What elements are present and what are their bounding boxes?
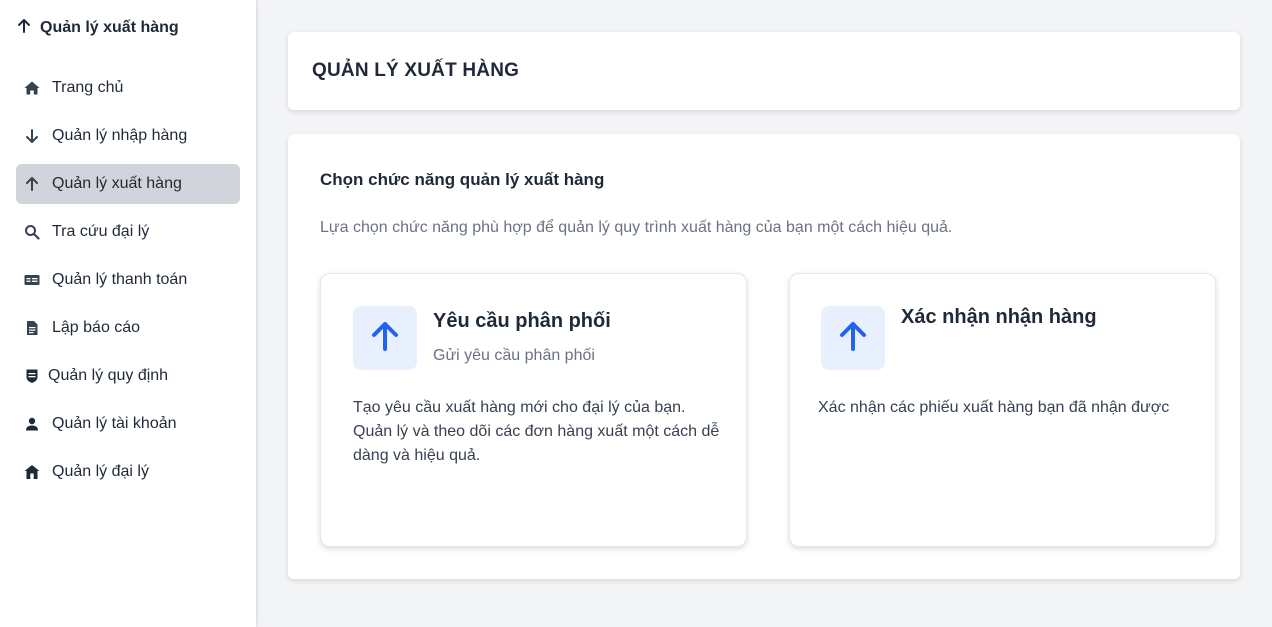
search-icon	[24, 224, 40, 240]
home-icon	[24, 80, 40, 96]
section-title: Chọn chức năng quản lý xuất hàng	[320, 170, 605, 189]
sidebar-item-label: Lập báo cáo	[52, 319, 141, 336]
card-title: Yêu cầu phân phối	[433, 310, 611, 332]
card-icon-box	[821, 306, 885, 370]
sidebar-item-agency-lookup[interactable]: Tra cứu đại lý	[16, 212, 240, 252]
distribution-request-card[interactable]: Yêu cầu phân phối Gửi yêu cầu phân phối …	[320, 273, 747, 547]
page-header: QUẢN LÝ XUẤT HÀNG	[288, 32, 1240, 110]
sidebar-item-label: Quản lý đại lý	[52, 463, 149, 480]
function-panel: Chọn chức năng quản lý xuất hàng Lựa chọ…	[288, 134, 1240, 579]
arrow-down-icon	[24, 128, 40, 144]
sidebar-item-payment[interactable]: Quản lý thanh toán	[16, 260, 240, 300]
card-description: Tạo yêu cầu xuất hàng mới cho đại lý của…	[353, 399, 720, 464]
sidebar-item-export[interactable]: Quản lý xuất hàng	[16, 164, 240, 204]
card-title: Xác nhận nhận hàng	[901, 306, 1097, 328]
sidebar-item-import[interactable]: Quản lý nhập hàng	[16, 116, 240, 156]
sidebar-item-label: Quản lý xuất hàng	[52, 175, 182, 192]
confirm-receipt-card[interactable]: Xác nhận nhận hàng Xác nhận các phiếu xu…	[789, 273, 1216, 547]
store-icon	[24, 464, 40, 480]
sidebar-item-label: Quản lý tài khoản	[52, 415, 177, 432]
sidebar-item-regulations[interactable]: Quản lý quy định	[16, 356, 240, 396]
sidebar-item-home[interactable]: Trang chủ	[16, 68, 240, 108]
sidebar-item-label: Tra cứu đại lý	[52, 223, 150, 240]
sidebar-item-label: Trang chủ	[52, 79, 124, 96]
card-description: Xác nhận các phiếu xuất hàng bạn đã nhận…	[818, 399, 1170, 416]
section-description: Lựa chọn chức năng phù hợp để quản lý qu…	[320, 219, 953, 236]
arrow-up-icon	[24, 176, 40, 192]
arrow-up-icon	[836, 319, 870, 358]
payment-card-icon	[24, 272, 40, 288]
sidebar-brand[interactable]: Quản lý xuất hàng	[16, 17, 179, 39]
shield-icon	[24, 368, 40, 384]
card-icon-box	[353, 306, 417, 370]
card-subtitle: Gửi yêu cầu phân phối	[433, 347, 595, 364]
sidebar-item-agency[interactable]: Quản lý đại lý	[16, 452, 240, 492]
document-icon	[24, 320, 40, 336]
sidebar-nav: Trang chủ Quản lý nhập hàng Quản lý xuất…	[16, 68, 240, 500]
sidebar-item-report[interactable]: Lập báo cáo	[16, 308, 240, 348]
page-title: QUẢN LÝ XUẤT HÀNG	[312, 60, 520, 81]
arrow-up-icon	[16, 18, 32, 39]
sidebar-item-account[interactable]: Quản lý tài khoản	[16, 404, 240, 444]
sidebar-item-label: Quản lý nhập hàng	[52, 127, 188, 144]
sidebar-item-label: Quản lý quy định	[48, 367, 169, 384]
sidebar-item-label: Quản lý thanh toán	[52, 271, 188, 288]
sidebar-brand-label: Quản lý xuất hàng	[40, 19, 179, 36]
user-icon	[24, 416, 40, 432]
sidebar: Quản lý xuất hàng Trang chủ Quản lý nhập…	[0, 0, 256, 627]
arrow-up-icon	[368, 319, 402, 358]
